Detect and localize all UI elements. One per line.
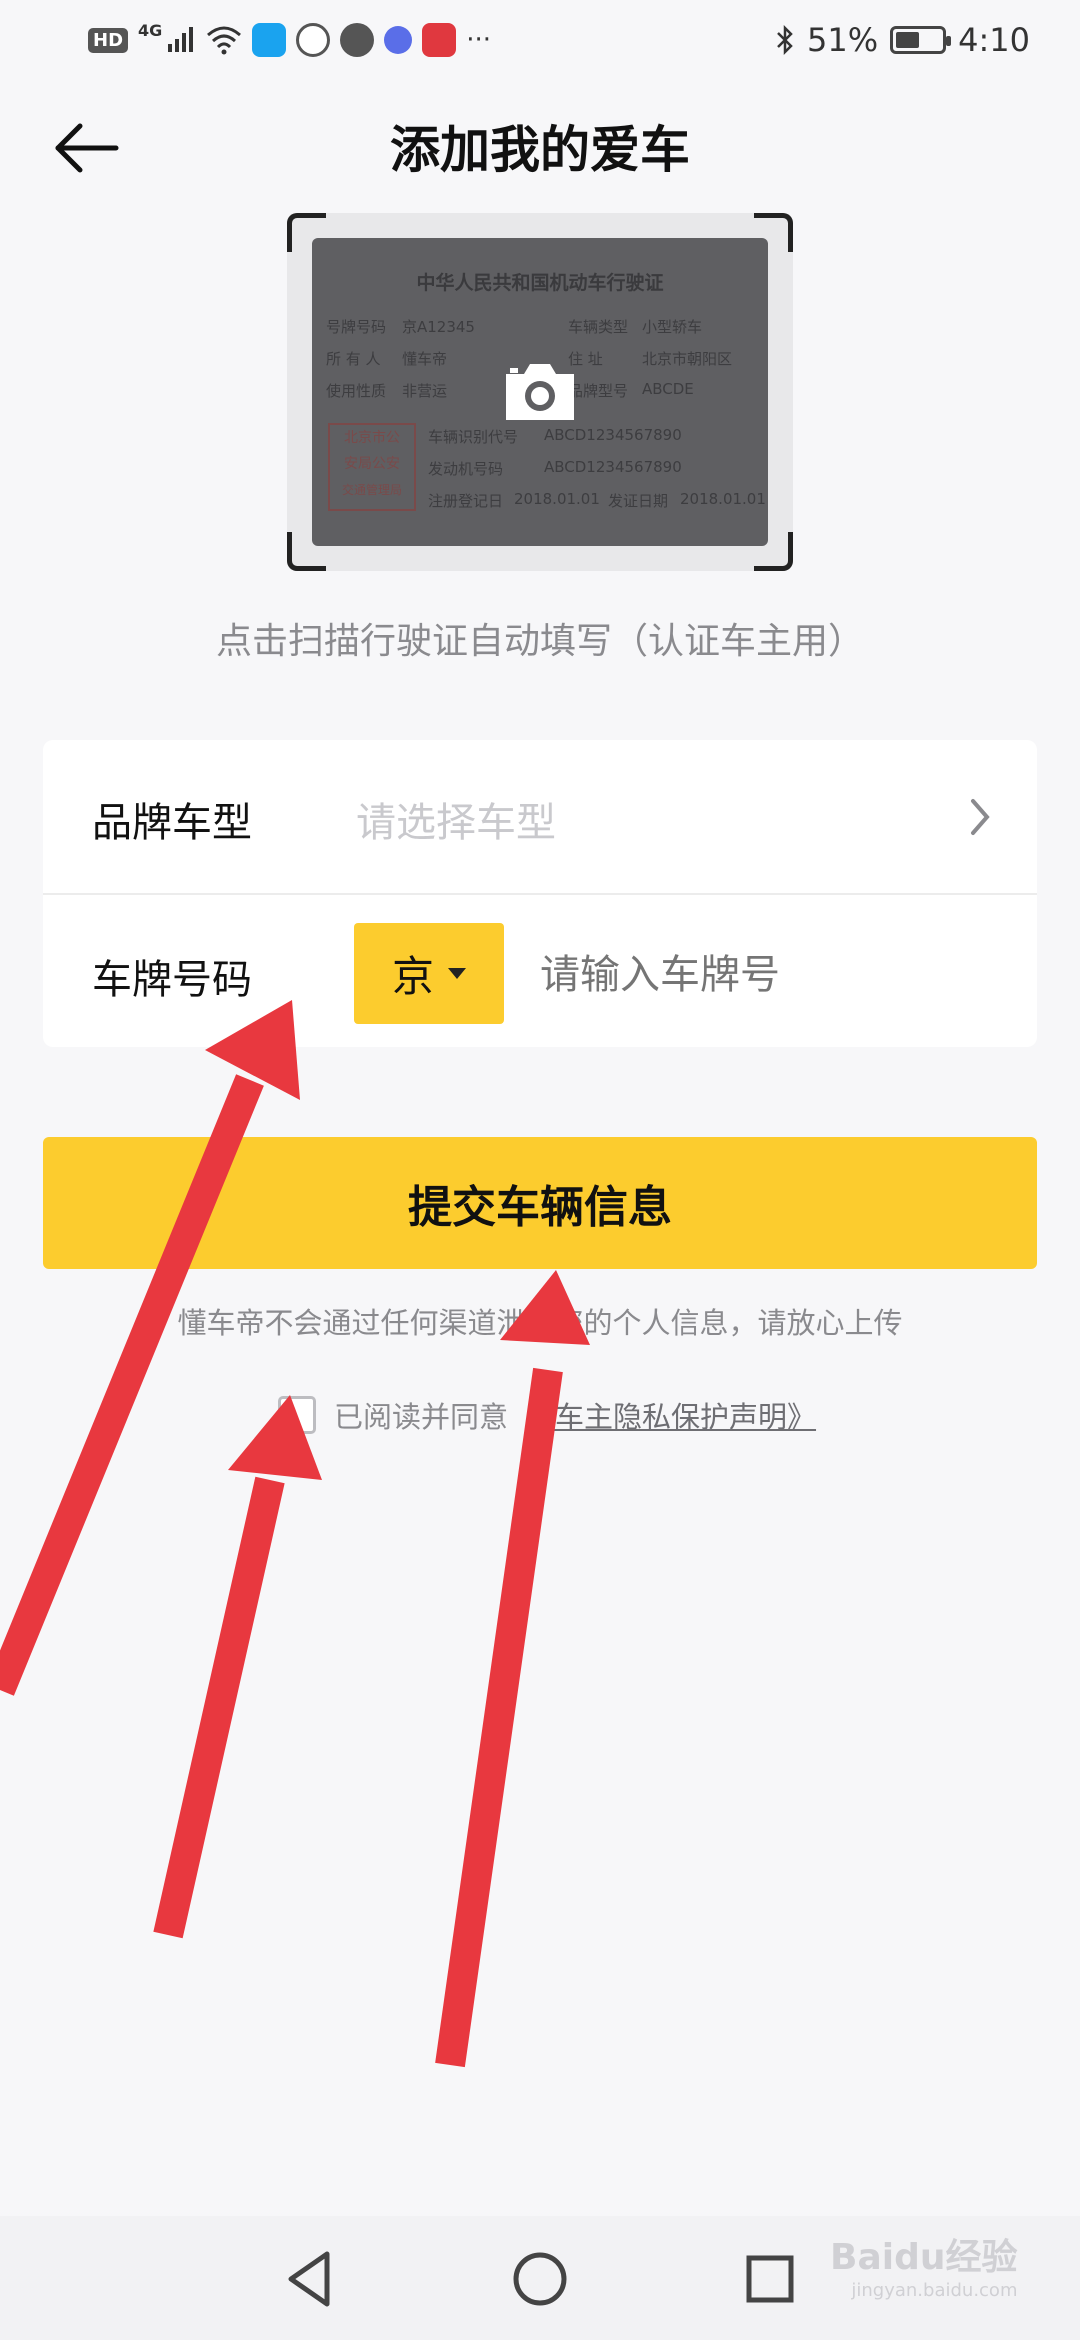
camera-icon[interactable] [500, 356, 580, 426]
wifi-icon [207, 26, 242, 55]
page-title: 添加我的爱车 [390, 121, 690, 179]
license-field-label: 所 有 人 [326, 350, 381, 368]
more-notifications: ··· [466, 25, 492, 55]
license-field-value: ABCD1234567890 [544, 458, 682, 476]
license-field-value: 北京市朝阳区 [642, 350, 733, 368]
stamp-line: 安局公安 [344, 456, 400, 472]
license-field-value: 2018.01.01 [514, 490, 600, 508]
license-field-label: 车辆识别代号 [428, 428, 519, 446]
caret-down-icon [448, 968, 466, 979]
agree-checkbox[interactable] [278, 1396, 316, 1434]
nav-home-icon[interactable] [505, 2244, 575, 2314]
license-field-value: 京A12345 [402, 318, 475, 336]
submit-button[interactable]: 提交车辆信息 [43, 1137, 1037, 1269]
divider [43, 893, 1037, 895]
network-label: 4G [138, 20, 163, 40]
status-bar: HD 4G ··· 51% 4:10 [0, 0, 1080, 80]
clock: 4:10 [958, 21, 1030, 59]
license-field-value: 懂车帝 [402, 350, 448, 368]
plate-label: 车牌号码 [92, 957, 252, 1003]
license-field-label: 车辆类型 [568, 318, 629, 336]
nav-recents-icon[interactable] [735, 2244, 805, 2314]
arrow-to-plate-label [0, 1000, 300, 1696]
battery-percent: 51% [807, 21, 879, 59]
license-field-label: 发动机号码 [428, 460, 504, 478]
license-field-label: 发证日期 [608, 492, 669, 510]
watermark-site: jingyan.baidu.com [851, 2280, 1018, 2301]
license-field-label: 使用性质 [326, 382, 387, 400]
watermark-brand: Baidu经验 [830, 2237, 1018, 2278]
license-field-value: ABCDE [642, 380, 694, 398]
privacy-policy-link[interactable]: 《车主隐私保护声明》 [526, 1394, 816, 1436]
province-select[interactable]: 京 [354, 923, 504, 1024]
car-model-placeholder: 请选择车型 [356, 800, 556, 846]
search-app-icon [252, 23, 287, 57]
chevron-right-icon [971, 799, 990, 835]
stamp-line: 交通管理局 [341, 483, 402, 497]
battery-icon [890, 26, 952, 54]
music-app-icon [384, 26, 413, 54]
agreement-row: 已阅读并同意 《车主隐私保护声明》 [278, 1393, 816, 1437]
license-field-value: 2018.01.01 [680, 490, 766, 508]
arrow-to-checkbox [153, 1395, 322, 1939]
stamp-line: 北京市公 [344, 430, 400, 446]
privacy-note: 懂车帝不会通过任何渠道泄露您的个人信息，请放心上传 [177, 1306, 903, 1340]
license-field-label: 号牌号码 [326, 318, 387, 336]
license-field-label: 注册登记日 [428, 492, 504, 510]
status-left-icons: HD 4G ··· [88, 18, 491, 62]
bluetooth-icon [777, 24, 793, 56]
battery-fill [896, 32, 919, 48]
browser-app-icon [296, 23, 331, 57]
license-stamp: 北京市公 安局公安 交通管理局 [328, 423, 416, 511]
plate-input[interactable] [540, 940, 1000, 1010]
province-value: 京 [391, 952, 434, 1001]
agree-text: 已阅读并同意 [334, 1400, 509, 1434]
nav-back-icon[interactable] [275, 2244, 345, 2314]
book-app-icon [422, 23, 457, 57]
license-field-value: 非营运 [402, 382, 448, 400]
signal-icon [168, 27, 194, 52]
car-model-label: 品牌车型 [92, 800, 252, 846]
status-right-icons: 51% 4:10 [775, 16, 1030, 64]
baidu-watermark: Baidu经验 jingyan.baidu.com [830, 2228, 1017, 2301]
license-title: 中华人民共和国机动车行驶证 [416, 272, 664, 294]
license-field-value: ABCD1234567890 [544, 426, 682, 444]
arrow-to-submit [435, 1270, 590, 2068]
hd-badge: HD [88, 27, 129, 53]
license-field-value: 小型轿车 [642, 318, 703, 336]
scan-hint: 点击扫描行驶证自动填写（认证车主用） [215, 621, 864, 662]
hand-app-icon [340, 23, 375, 57]
